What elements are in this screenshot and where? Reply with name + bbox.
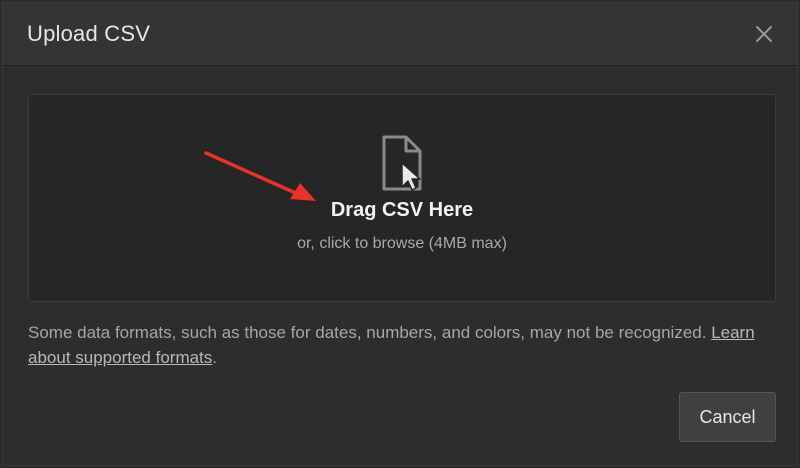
dialog-title: Upload CSV (27, 21, 151, 46)
file-upload-icon (382, 135, 422, 191)
dropzone-subtitle: or, click to browse (4MB max) (297, 235, 507, 252)
close-icon (756, 26, 772, 42)
close-button[interactable] (753, 23, 775, 45)
format-note: Some data formats, such as those for dat… (28, 320, 778, 370)
red-arrow-annotation (204, 151, 316, 201)
dropzone-title: Drag CSV Here (330, 199, 474, 221)
upload-csv-dialog: Upload CSV Drag CSV Here or, click to br… (2, 2, 798, 466)
format-note-end: . (212, 348, 218, 367)
dialog-header: Upload CSV (3, 3, 797, 66)
csv-dropzone[interactable]: Drag CSV Here or, click to browse (4MB m… (28, 94, 776, 302)
cancel-button[interactable]: Cancel (679, 392, 776, 442)
format-note-text: Some data formats, such as those for dat… (28, 323, 712, 342)
